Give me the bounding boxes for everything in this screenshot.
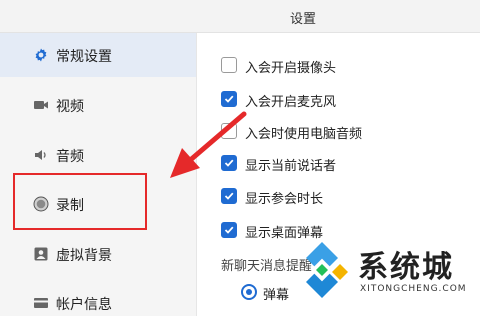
speaker-icon: [35, 150, 46, 160]
sidebar-item-account[interactable]: 帐户信息: [0, 281, 196, 325]
sidebar-item-label: 帐户信息: [56, 297, 112, 313]
radio-label: 弹幕: [263, 288, 290, 303]
option-label: 入会时使用电脑音频: [245, 127, 363, 142]
annotation-arrow-icon: [170, 111, 247, 178]
checkmark-icon: [224, 192, 234, 200]
gear-icon: [35, 48, 47, 62]
checkbox-checked[interactable]: [221, 91, 237, 107]
sidebar-item-label: 视频: [56, 99, 84, 115]
video-camera-icon: [34, 101, 48, 109]
watermark-name: 系统城: [358, 250, 454, 285]
option-label: 入会开启摄像头: [245, 61, 337, 76]
sidebar-item-label: 虚拟背景: [56, 248, 112, 264]
sidebar-item-general[interactable]: 常规设置: [0, 33, 196, 77]
checkmark-icon: [224, 226, 234, 234]
watermark-logo-icon: [306, 242, 348, 298]
option-label: 入会开启麦克风: [245, 95, 337, 110]
option-label: 显示参会时长: [245, 192, 324, 207]
radio-selected[interactable]: [241, 284, 257, 300]
watermark-url: XITONGCHENG.COM: [360, 284, 467, 294]
id-card-icon: [34, 298, 48, 308]
sidebar-item-virtual-background[interactable]: 虚拟背景: [0, 232, 196, 276]
title-bar: 设置: [0, 0, 480, 33]
window-title: 设置: [290, 12, 317, 27]
portrait-icon: [34, 247, 48, 261]
option-label: 显示当前说话者: [245, 159, 337, 174]
checkmark-icon: [224, 95, 234, 103]
checkbox-checked[interactable]: [221, 222, 237, 238]
site-watermark: 系统城 XITONGCHENG.COM: [288, 232, 480, 316]
checkbox[interactable]: [221, 57, 237, 73]
sidebar-item-label: 音频: [56, 149, 84, 165]
annotation-highlight-box: [13, 173, 147, 230]
checkbox-checked[interactable]: [221, 188, 237, 204]
sidebar-item-label: 常规设置: [56, 49, 112, 65]
